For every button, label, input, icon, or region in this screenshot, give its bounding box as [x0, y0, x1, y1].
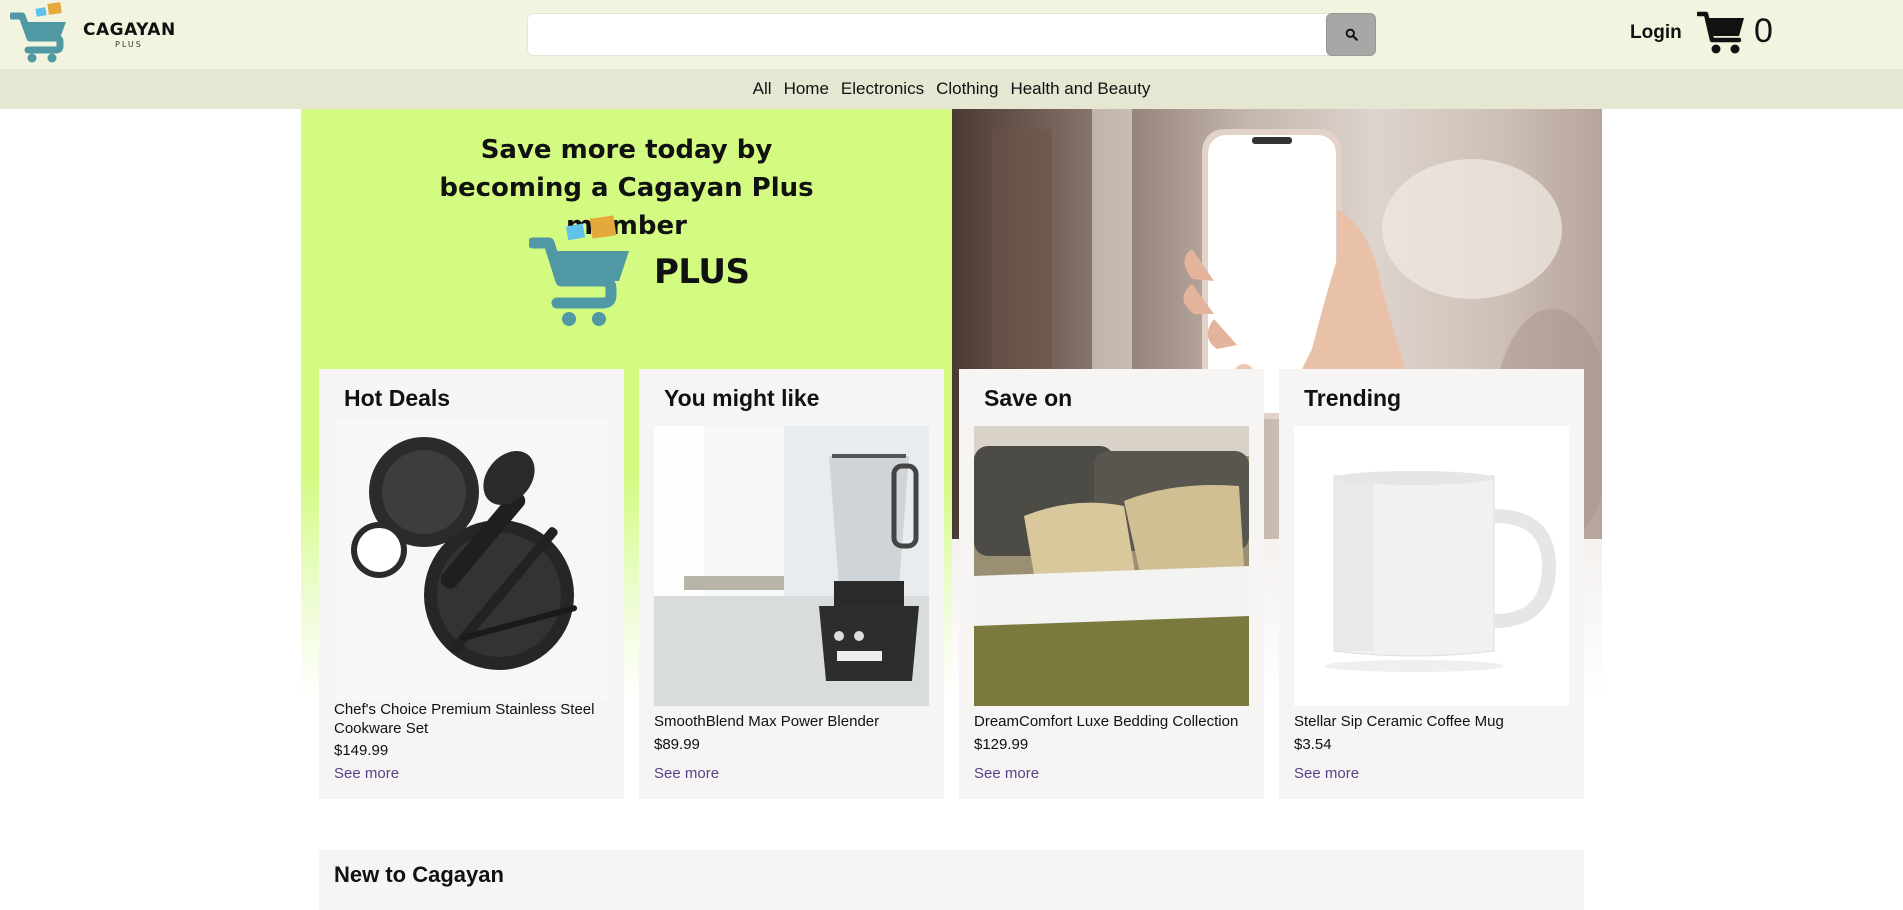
top-header: CAGAYAN PLUS Login 0	[0, 0, 1903, 69]
brand-subtitle: PLUS	[115, 40, 143, 49]
search-icon	[1345, 28, 1358, 41]
product-card-hot-deals: Hot Deals Chef's Choice Premium Stainles…	[319, 369, 624, 799]
product-name[interactable]: SmoothBlend Max Power Blender	[654, 712, 929, 731]
product-name[interactable]: Chef's Choice Premium Stainless Steel Co…	[334, 700, 609, 738]
see-more-link[interactable]: See more	[974, 765, 1039, 782]
category-nav: All Home Electronics Clothing Health and…	[0, 69, 1903, 109]
product-price: $89.99	[654, 736, 700, 753]
see-more-link[interactable]: See more	[1294, 765, 1359, 782]
product-price: $129.99	[974, 736, 1029, 753]
login-link[interactable]: Login	[1630, 22, 1682, 44]
search-bar	[527, 13, 1376, 56]
card-title: Save on	[984, 385, 1073, 411]
card-title: Trending	[1304, 385, 1402, 411]
product-card-save-on: Save on DreamComfort Luxe Bedding Collec…	[959, 369, 1264, 799]
section-title: New to Cagayan	[334, 862, 504, 887]
nav-item-health-and-beauty[interactable]: Health and Beauty	[1010, 79, 1150, 99]
product-image-mug[interactable]	[1294, 426, 1569, 706]
see-more-link[interactable]: See more	[334, 765, 399, 782]
card-title: You might like	[664, 385, 820, 411]
product-image-cookware[interactable]	[334, 420, 609, 700]
brand-name: CAGAYAN	[83, 20, 176, 40]
new-to-cagayan-section: New to Cagayan	[319, 850, 1584, 910]
product-price: $149.99	[334, 742, 389, 759]
cart-logo-icon	[10, 2, 66, 63]
product-price: $3.54	[1294, 736, 1332, 753]
plus-wordmark: PLUS	[654, 252, 750, 292]
nav-item-all[interactable]: All	[753, 79, 772, 99]
see-more-link[interactable]: See more	[654, 765, 719, 782]
search-button[interactable]	[1326, 13, 1376, 56]
card-title: Hot Deals	[344, 385, 451, 411]
nav-item-home[interactable]: Home	[784, 79, 829, 99]
product-image-bedding[interactable]	[974, 426, 1249, 706]
product-name[interactable]: DreamComfort Luxe Bedding Collection	[974, 712, 1249, 731]
product-card-you-might-like: You might like SmoothBlend Max Power Ble…	[639, 369, 944, 799]
product-card-trending: Trending Stellar Sip Ceramic Coffee Mug …	[1279, 369, 1584, 799]
search-input[interactable]	[536, 18, 1320, 51]
shopping-cart-icon[interactable]	[1697, 10, 1747, 56]
product-name[interactable]: Stellar Sip Ceramic Coffee Mug	[1294, 712, 1569, 731]
product-image-blender[interactable]	[654, 426, 929, 706]
plus-cart-icon	[529, 215, 629, 326]
nav-item-clothing[interactable]: Clothing	[936, 79, 998, 99]
cart-count: 0	[1754, 12, 1773, 50]
brand-logo[interactable]: CAGAYAN PLUS	[10, 2, 180, 64]
nav-item-electronics[interactable]: Electronics	[841, 79, 924, 99]
